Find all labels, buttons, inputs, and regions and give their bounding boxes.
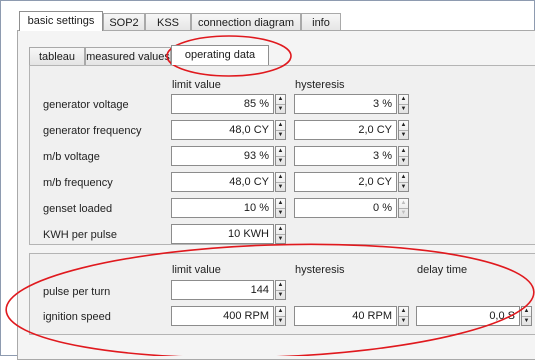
spin-down-icon[interactable]: ▼ (276, 234, 285, 244)
generator-frequency-hysteresis-input[interactable]: 2,0 CY (294, 120, 397, 140)
spin-down-icon[interactable]: ▼ (399, 130, 408, 140)
spin-up-icon[interactable]: ▲ (276, 173, 285, 182)
label-pulse-per-turn: pulse per turn (43, 286, 111, 298)
spin-up-icon[interactable]: ▲ (276, 307, 285, 316)
genset-loaded-limit-spinner[interactable]: ▲ ▼ (275, 198, 286, 218)
label-ignition-speed: ignition speed (43, 311, 111, 323)
pulse-per-turn-spinner[interactable]: ▲ ▼ (275, 280, 286, 300)
spin-down-icon[interactable]: ▼ (522, 316, 531, 326)
generator-frequency-limit-spinner[interactable]: ▲ ▼ (275, 120, 286, 140)
ignition-speed-delay-spinner[interactable]: ▲ ▼ (521, 306, 532, 326)
tab-measured-values[interactable]: measured values (85, 47, 171, 65)
tab-info[interactable]: info (301, 13, 341, 31)
spin-up-icon[interactable]: ▲ (522, 307, 531, 316)
generator-voltage-hysteresis-input[interactable]: 3 % (294, 94, 397, 114)
col-header-hysteresis: hysteresis (295, 79, 345, 91)
tab-kss[interactable]: KSS (145, 13, 191, 31)
spin-up-icon[interactable]: ▲ (276, 281, 285, 290)
spin-up-icon[interactable]: ▲ (399, 173, 408, 182)
kwh-per-pulse-input[interactable]: 10 KWH (171, 224, 274, 244)
col-header-limit-value-2: limit value (172, 264, 221, 276)
spin-down-icon[interactable]: ▼ (276, 130, 285, 140)
spin-down-icon[interactable]: ▼ (399, 182, 408, 192)
tab-sop2[interactable]: SOP2 (103, 13, 145, 31)
spin-down-icon[interactable]: ▼ (276, 208, 285, 218)
spin-down-icon[interactable]: ▼ (276, 316, 285, 326)
spin-up-icon[interactable]: ▲ (276, 121, 285, 130)
spin-up-icon[interactable]: ▲ (276, 225, 285, 234)
kwh-per-pulse-spinner[interactable]: ▲ ▼ (275, 224, 286, 244)
spin-up-icon[interactable]: ▲ (276, 199, 285, 208)
label-generator-frequency: generator frequency (43, 125, 142, 137)
ignition-speed-hysteresis-spinner[interactable]: ▲ ▼ (398, 306, 409, 326)
spin-down-icon[interactable]: ▼ (399, 316, 408, 326)
spin-up-icon[interactable]: ▲ (399, 199, 408, 208)
genset-loaded-hysteresis-spinner[interactable]: ▲ ▼ (398, 198, 409, 218)
spin-down-icon[interactable]: ▼ (399, 104, 408, 114)
generator-frequency-hysteresis-spinner[interactable]: ▲ ▼ (398, 120, 409, 140)
ignition-speed-limit-input[interactable]: 400 RPM (171, 306, 274, 326)
spin-down-icon[interactable]: ▼ (399, 208, 408, 218)
col-header-delay-time: delay time (417, 264, 468, 276)
ignition-speed-hysteresis-input[interactable]: 40 RPM (294, 306, 397, 326)
spin-up-icon[interactable]: ▲ (399, 121, 408, 130)
spin-down-icon[interactable]: ▼ (276, 290, 285, 300)
spin-down-icon[interactable]: ▼ (276, 182, 285, 192)
spin-down-icon[interactable]: ▼ (399, 156, 408, 166)
spin-down-icon[interactable]: ▼ (276, 104, 285, 114)
pulse-per-turn-input[interactable]: 144 (171, 280, 274, 300)
spin-down-icon[interactable]: ▼ (276, 156, 285, 166)
ignition-speed-limit-spinner[interactable]: ▲ ▼ (275, 306, 286, 326)
mb-voltage-limit-input[interactable]: 93 % (171, 146, 274, 166)
label-genset-loaded: genset loaded (43, 203, 113, 215)
spin-up-icon[interactable]: ▲ (276, 147, 285, 156)
generator-frequency-limit-input[interactable]: 48,0 CY (171, 120, 274, 140)
label-mb-voltage: m/b voltage (43, 151, 100, 163)
tab-tableau[interactable]: tableau (29, 47, 85, 65)
label-generator-voltage: generator voltage (43, 99, 129, 111)
label-kwh-per-pulse: KWH per pulse (43, 229, 117, 241)
col-header-hysteresis-2: hysteresis (295, 264, 345, 276)
genset-loaded-limit-input[interactable]: 10 % (171, 198, 274, 218)
mb-frequency-limit-spinner[interactable]: ▲ ▼ (275, 172, 286, 192)
label-mb-frequency: m/b frequency (43, 177, 113, 189)
mb-frequency-hysteresis-spinner[interactable]: ▲ ▼ (398, 172, 409, 192)
ignition-speed-delay-input[interactable]: 0,0 S (416, 306, 520, 326)
genset-loaded-hysteresis-input[interactable]: 0 % (294, 198, 397, 218)
generator-voltage-hysteresis-spinner[interactable]: ▲ ▼ (398, 94, 409, 114)
mb-frequency-hysteresis-input[interactable]: 2,0 CY (294, 172, 397, 192)
mb-voltage-limit-spinner[interactable]: ▲ ▼ (275, 146, 286, 166)
tab-connection-diagram[interactable]: connection diagram (191, 13, 301, 31)
spin-up-icon[interactable]: ▲ (399, 95, 408, 104)
mb-frequency-limit-input[interactable]: 48,0 CY (171, 172, 274, 192)
generator-voltage-limit-spinner[interactable]: ▲ ▼ (275, 94, 286, 114)
spin-up-icon[interactable]: ▲ (276, 95, 285, 104)
spin-up-icon[interactable]: ▲ (399, 307, 408, 316)
tab-basic-settings[interactable]: basic settings (19, 11, 103, 31)
spin-up-icon[interactable]: ▲ (399, 147, 408, 156)
generator-voltage-limit-input[interactable]: 85 % (171, 94, 274, 114)
mb-voltage-hysteresis-spinner[interactable]: ▲ ▼ (398, 146, 409, 166)
mb-voltage-hysteresis-input[interactable]: 3 % (294, 146, 397, 166)
col-header-limit-value: limit value (172, 79, 221, 91)
tab-operating-data[interactable]: operating data (171, 45, 269, 65)
